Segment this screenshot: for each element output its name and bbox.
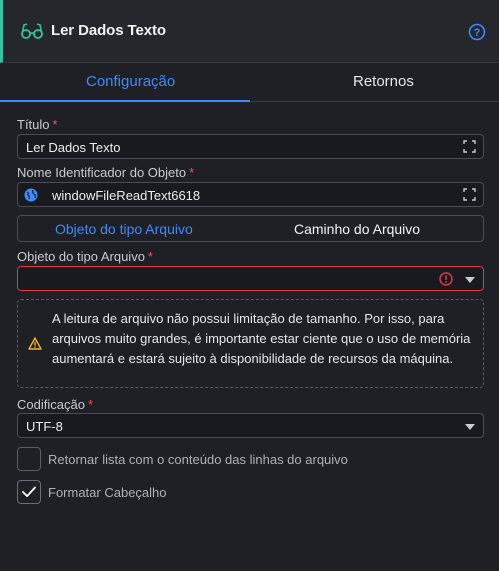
chevron-down-icon[interactable] bbox=[465, 277, 475, 283]
tab-bar: Configuração Retornos bbox=[0, 64, 499, 102]
codificacao-label: Codificação * bbox=[17, 397, 93, 412]
panel-header: Ler Dados Texto ? bbox=[0, 0, 499, 63]
error-icon bbox=[439, 272, 453, 286]
checkbox-formatar-cabecalho-label[interactable]: Formatar Cabeçalho bbox=[48, 485, 167, 500]
titulo-label: Título * bbox=[17, 117, 58, 132]
chevron-down-icon[interactable] bbox=[465, 424, 475, 430]
checkbox-formatar-cabecalho[interactable] bbox=[17, 480, 41, 504]
checkbox-retornar-linhas[interactable] bbox=[17, 447, 41, 471]
warning-icon bbox=[28, 337, 42, 350]
help-circle-icon[interactable]: ? bbox=[468, 23, 486, 41]
checkbox-retornar-linhas-label[interactable]: Retornar lista com o conteúdo das linhas… bbox=[48, 452, 348, 467]
tab-configuracao[interactable]: Configuração bbox=[86, 73, 175, 90]
warning-box: A leitura de arquivo não possui limitaçã… bbox=[17, 299, 484, 388]
objeto-label: Objeto do tipo Arquivo * bbox=[17, 249, 153, 264]
checkmark-icon bbox=[22, 486, 36, 498]
nome-field[interactable]: windowFileReadText6618 bbox=[17, 182, 484, 207]
nome-label: Nome Identificador do Objeto * bbox=[17, 165, 195, 180]
option-objeto-arquivo[interactable]: Objeto do tipo Arquivo bbox=[55, 221, 193, 237]
svg-text:?: ? bbox=[474, 27, 481, 39]
source-toggle: Objeto do tipo Arquivo Caminho do Arquiv… bbox=[17, 215, 484, 242]
tab-retornos[interactable]: Retornos bbox=[353, 73, 414, 90]
nome-value: windowFileReadText6618 bbox=[52, 188, 201, 203]
active-tab-indicator bbox=[0, 100, 250, 102]
warning-text: A leitura de arquivo não possui limitaçã… bbox=[52, 311, 471, 366]
globe-icon bbox=[24, 188, 38, 202]
option-caminho-arquivo[interactable]: Caminho do Arquivo bbox=[294, 221, 420, 237]
glasses-icon bbox=[21, 23, 43, 39]
panel-title: Ler Dados Texto bbox=[51, 22, 166, 39]
expand-icon[interactable] bbox=[463, 140, 476, 153]
objeto-select[interactable] bbox=[17, 266, 484, 291]
titulo-field[interactable]: Ler Dados Texto bbox=[17, 134, 484, 159]
codificacao-select[interactable]: UTF-8 bbox=[17, 413, 484, 438]
expand-icon[interactable] bbox=[463, 188, 476, 201]
titulo-value: Ler Dados Texto bbox=[26, 140, 121, 155]
codificacao-value: UTF-8 bbox=[26, 419, 63, 434]
